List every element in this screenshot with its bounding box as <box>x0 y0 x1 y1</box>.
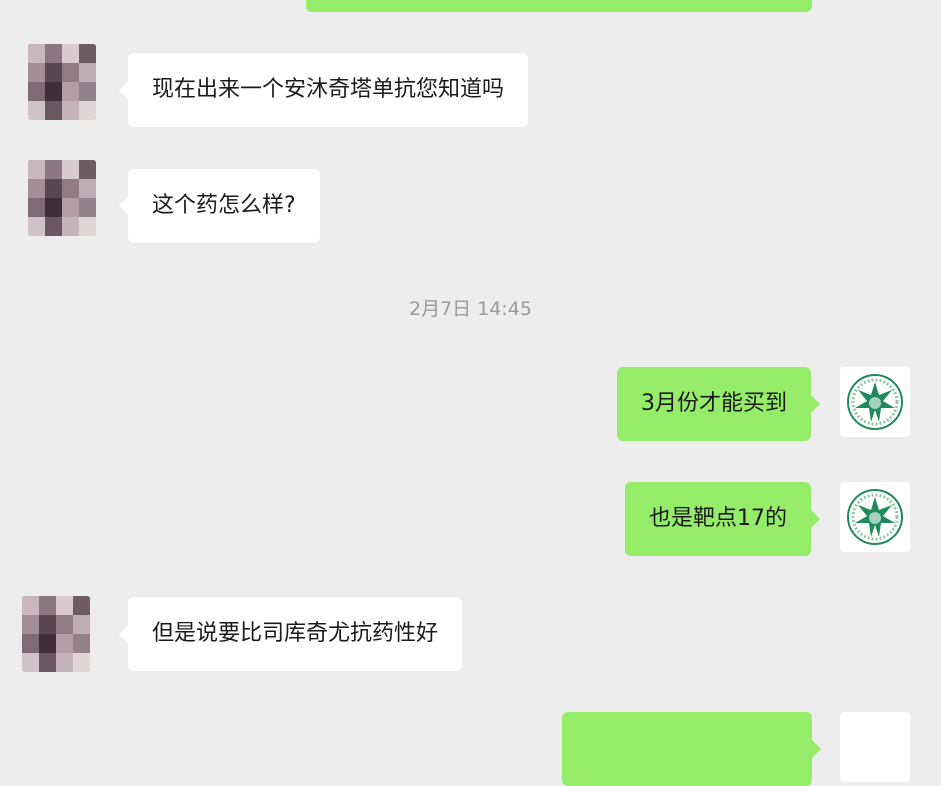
chat-area[interactable]: 现在出来一个安沐奇塔单抗您知道吗 这个药怎么样? 2月7日 14:45 3月份才… <box>0 0 941 786</box>
message-text: 现在出来一个安沐奇塔单抗您知道吗 <box>152 77 505 102</box>
contact-avatar[interactable] <box>28 160 96 236</box>
message-bubble-incoming[interactable]: 这个药怎么样? <box>119 169 320 243</box>
message-text: 也是靶点17的 <box>649 506 787 531</box>
message-bubble-outgoing[interactable]: 3月份才能买到 <box>617 367 820 441</box>
self-avatar[interactable] <box>840 482 910 552</box>
message-bubble-incoming[interactable]: 现在出来一个安沐奇塔单抗您知道吗 <box>118 53 529 127</box>
message-text: 这个药怎么样? <box>152 193 296 218</box>
message-bubble-outgoing[interactable]: 也是靶点17的 <box>625 482 820 556</box>
message-text: 3月份才能买到 <box>641 391 787 416</box>
message-bubble-incoming[interactable]: 但是说要比司库奇尤抗药性好 <box>118 597 463 671</box>
self-avatar-partial[interactable] <box>840 712 910 782</box>
contact-avatar[interactable] <box>22 596 90 672</box>
message-bubble-partial-bottom[interactable] <box>562 712 821 786</box>
message-bubble-partial-top[interactable] <box>306 0 812 12</box>
green-emblem-icon <box>847 489 903 545</box>
message-timestamp: 2月7日 14:45 <box>409 298 532 320</box>
message-text: 但是说要比司库奇尤抗药性好 <box>152 621 439 646</box>
self-avatar[interactable] <box>840 367 910 437</box>
green-emblem-icon <box>847 374 903 430</box>
contact-avatar[interactable] <box>28 44 96 120</box>
